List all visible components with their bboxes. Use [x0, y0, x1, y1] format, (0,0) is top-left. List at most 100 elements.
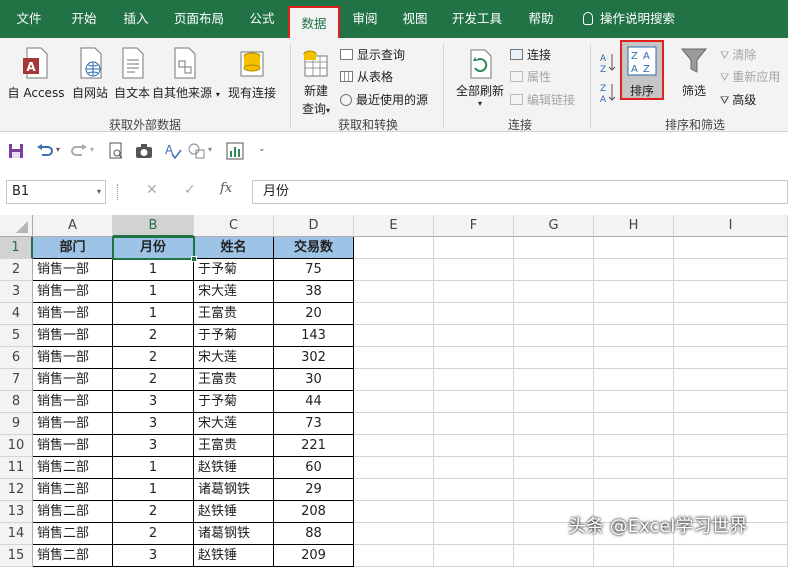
table-cell[interactable]: 38 — [274, 281, 354, 303]
empty-cell[interactable] — [674, 325, 788, 347]
empty-cell[interactable] — [674, 281, 788, 303]
empty-cell[interactable] — [674, 435, 788, 457]
empty-cell[interactable] — [514, 391, 594, 413]
table-cell[interactable]: 销售一部 — [33, 325, 113, 347]
table-cell[interactable]: 75 — [274, 259, 354, 281]
formula-input[interactable]: 月份 — [252, 180, 788, 204]
table-cell[interactable]: 于予菊 — [194, 259, 274, 281]
empty-cell[interactable] — [594, 281, 674, 303]
tab-home[interactable]: 开始 — [60, 0, 108, 38]
table-cell[interactable]: 30 — [274, 369, 354, 391]
table-header-cell[interactable]: 交易数 — [274, 237, 354, 259]
empty-cell[interactable] — [594, 369, 674, 391]
empty-cell[interactable] — [434, 237, 514, 259]
shapes-dropdown-icon[interactable]: ▾ — [208, 145, 212, 154]
empty-cell[interactable] — [354, 303, 434, 325]
table-header-cell[interactable]: 月份 — [113, 237, 194, 259]
table-cell[interactable]: 销售二部 — [33, 501, 113, 523]
properties-button[interactable]: 属性 — [510, 68, 551, 85]
empty-cell[interactable] — [594, 479, 674, 501]
row-header[interactable]: 3 — [0, 281, 33, 303]
empty-cell[interactable] — [354, 237, 434, 259]
from-access-button[interactable]: A 自 Access — [6, 46, 66, 101]
empty-cell[interactable] — [434, 435, 514, 457]
save-icon[interactable] — [8, 143, 24, 159]
clear-filter-button[interactable]: ⛛ 清除 — [720, 46, 756, 63]
undo-icon[interactable] — [36, 143, 54, 159]
name-box-dropdown-icon[interactable]: ▾ — [97, 181, 101, 203]
column-header-b[interactable]: B — [113, 215, 194, 237]
empty-cell[interactable] — [674, 479, 788, 501]
table-cell[interactable]: 宋大莲 — [194, 281, 274, 303]
tab-formulas[interactable]: 公式 — [240, 0, 284, 38]
empty-cell[interactable] — [354, 259, 434, 281]
empty-cell[interactable] — [594, 413, 674, 435]
table-cell[interactable]: 29 — [274, 479, 354, 501]
table-cell[interactable]: 销售一部 — [33, 303, 113, 325]
empty-cell[interactable] — [514, 479, 594, 501]
empty-cell[interactable] — [434, 501, 514, 523]
from-table-button[interactable]: 从表格 — [340, 68, 393, 85]
table-cell[interactable]: 1 — [113, 303, 194, 325]
table-cell[interactable]: 3 — [113, 413, 194, 435]
empty-cell[interactable] — [514, 281, 594, 303]
table-cell[interactable]: 1 — [113, 457, 194, 479]
empty-cell[interactable] — [354, 479, 434, 501]
table-cell[interactable]: 销售二部 — [33, 545, 113, 567]
table-cell[interactable]: 209 — [274, 545, 354, 567]
table-cell[interactable]: 143 — [274, 325, 354, 347]
table-cell[interactable]: 诸葛钢铁 — [194, 523, 274, 545]
table-cell[interactable]: 2 — [113, 501, 194, 523]
table-cell[interactable]: 销售一部 — [33, 369, 113, 391]
tab-view[interactable]: 视图 — [394, 0, 436, 38]
row-header[interactable]: 4 — [0, 303, 33, 325]
sort-descending-icon[interactable]: ZA — [600, 82, 616, 107]
empty-cell[interactable] — [354, 391, 434, 413]
table-cell[interactable]: 2 — [113, 325, 194, 347]
row-header[interactable]: 8 — [0, 391, 33, 413]
tab-insert[interactable]: 插入 — [112, 0, 160, 38]
empty-cell[interactable] — [514, 303, 594, 325]
row-header[interactable]: 15 — [0, 545, 33, 567]
sort-ascending-icon[interactable]: AZ — [600, 52, 616, 77]
table-cell[interactable]: 销售一部 — [33, 391, 113, 413]
empty-cell[interactable] — [434, 523, 514, 545]
empty-cell[interactable] — [594, 435, 674, 457]
empty-cell[interactable] — [354, 435, 434, 457]
table-cell[interactable]: 赵铁锤 — [194, 501, 274, 523]
redo-icon[interactable] — [70, 143, 88, 159]
empty-cell[interactable] — [594, 347, 674, 369]
table-cell[interactable]: 销售二部 — [33, 479, 113, 501]
recent-sources-button[interactable]: 最近使用的源 — [340, 91, 428, 108]
chart-icon[interactable] — [226, 142, 244, 160]
table-cell[interactable]: 王富贵 — [194, 435, 274, 457]
table-cell[interactable]: 88 — [274, 523, 354, 545]
cancel-icon[interactable]: ✕ — [146, 182, 158, 198]
empty-cell[interactable] — [674, 545, 788, 567]
undo-dropdown-icon[interactable]: ▾ — [56, 145, 60, 154]
select-all-corner[interactable] — [0, 215, 33, 237]
tab-page-layout[interactable]: 页面布局 — [166, 0, 232, 38]
row-header[interactable]: 13 — [0, 501, 33, 523]
column-header-g[interactable]: G — [514, 215, 594, 237]
formula-bar-grip[interactable] — [117, 184, 119, 200]
empty-cell[interactable] — [354, 501, 434, 523]
from-other-sources-button[interactable]: 自其他来源 ▾ — [152, 46, 220, 101]
fill-handle[interactable] — [191, 256, 197, 262]
enter-checkmark-icon[interactable]: ✓ — [184, 182, 196, 198]
empty-cell[interactable] — [514, 325, 594, 347]
empty-cell[interactable] — [354, 457, 434, 479]
table-cell[interactable]: 王富贵 — [194, 303, 274, 325]
table-cell[interactable]: 2 — [113, 347, 194, 369]
table-cell[interactable]: 302 — [274, 347, 354, 369]
worksheet-grid[interactable]: ABCDEFGHI 1 部门 月份 姓名 交易数 2 销售一部 1 于予菊 75 3 销售一部 1 宋大莲… — [0, 215, 788, 567]
table-cell[interactable]: 赵铁锤 — [194, 545, 274, 567]
table-cell[interactable]: 1 — [113, 281, 194, 303]
table-cell[interactable]: 3 — [113, 545, 194, 567]
empty-cell[interactable] — [434, 259, 514, 281]
empty-cell[interactable] — [514, 435, 594, 457]
table-cell[interactable]: 销售一部 — [33, 259, 113, 281]
existing-connections-button[interactable]: 现有连接 — [224, 46, 280, 101]
table-cell[interactable]: 销售一部 — [33, 347, 113, 369]
reapply-button[interactable]: ⛛ 重新应用 — [720, 68, 780, 85]
